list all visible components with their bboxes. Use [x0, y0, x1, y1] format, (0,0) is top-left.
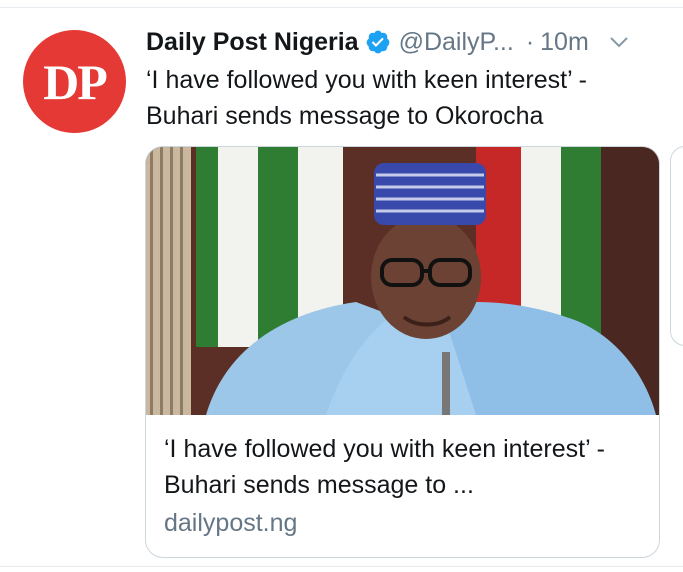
avatar[interactable]: DP	[23, 30, 126, 133]
separator-dot: ·	[525, 27, 535, 56]
top-divider	[0, 7, 683, 8]
display-name[interactable]: Daily Post Nigeria	[146, 28, 359, 57]
link-card[interactable]: ‘I have followed you with keen interest’…	[145, 146, 660, 558]
tweet-header: Daily Post Nigeria @DailyP... · 10m	[146, 26, 631, 58]
next-card-edge[interactable]	[670, 146, 683, 346]
verified-badge-icon	[366, 30, 389, 54]
card-body: ‘I have followed you with keen interest’…	[164, 431, 644, 541]
bottom-divider	[0, 566, 683, 567]
card-domain[interactable]: dailypost.ng	[164, 505, 644, 541]
timestamp[interactable]: 10m	[540, 28, 589, 57]
card-image[interactable]	[146, 147, 660, 415]
chevron-down-icon[interactable]	[607, 30, 631, 54]
handle[interactable]: @DailyP...	[399, 28, 514, 57]
card-title[interactable]: ‘I have followed you with keen interest’…	[164, 431, 644, 503]
avatar-logo-text: DP	[43, 53, 108, 110]
tweet-text: ‘I have followed you with keen interest’…	[146, 66, 587, 130]
